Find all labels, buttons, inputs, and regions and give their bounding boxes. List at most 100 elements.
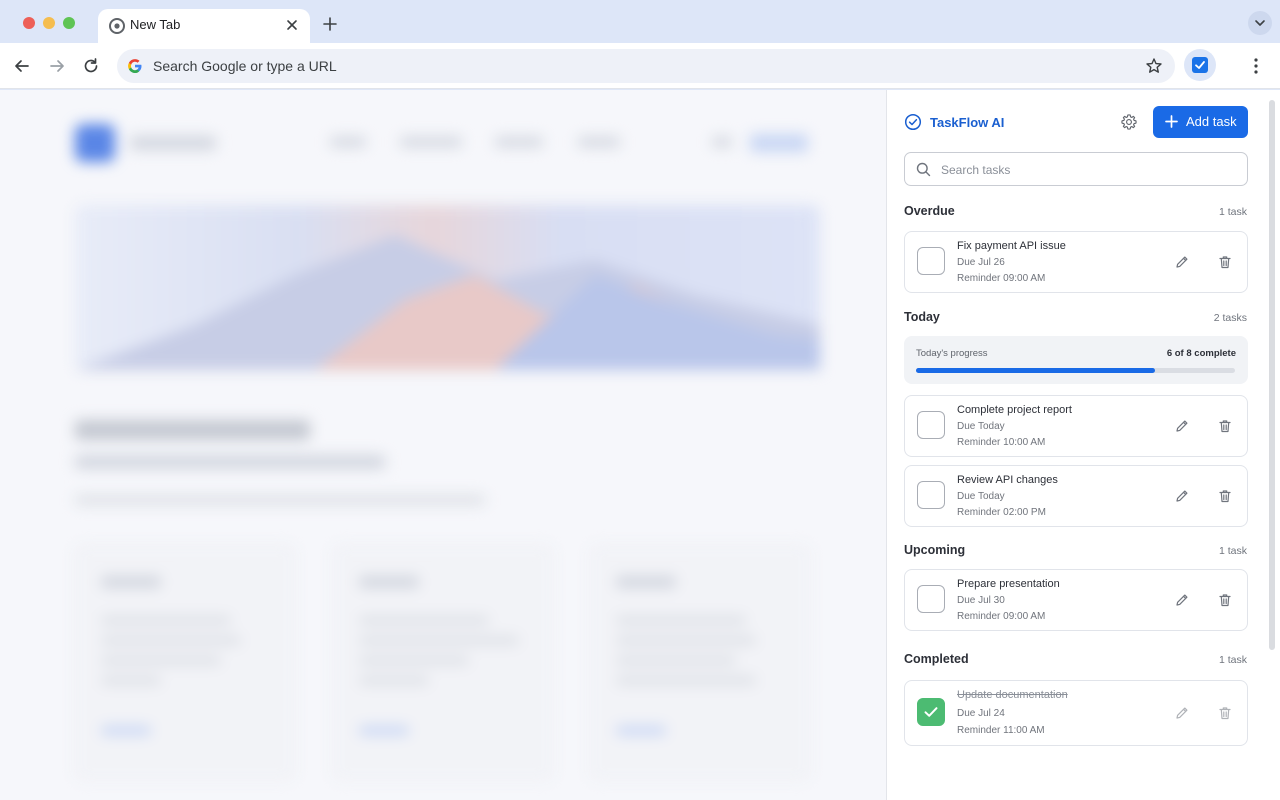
plus-icon — [1165, 115, 1178, 128]
trash-icon[interactable] — [1218, 255, 1232, 269]
section-count-completed: 1 task — [1218, 654, 1247, 666]
pencil-icon[interactable] — [1175, 255, 1189, 269]
trash-icon[interactable] — [1218, 419, 1232, 433]
blurred-web-page — [0, 90, 886, 800]
task-title: Complete project report — [957, 404, 1072, 416]
progress-card: Today's progress 6 of 8 complete — [904, 336, 1248, 384]
taskflow-side-panel: TaskFlow AI Add task Overdue 1 task Fix … — [886, 90, 1280, 800]
task-due: Due Today — [957, 491, 1005, 502]
content-card-placeholder — [333, 545, 553, 780]
tab-search-button[interactable] — [1248, 11, 1272, 35]
section-title-overdue: Overdue — [904, 204, 955, 218]
trash-icon[interactable] — [1218, 706, 1232, 720]
subheading-placeholder — [75, 455, 385, 469]
task-checkbox-checked[interactable] — [917, 698, 945, 726]
task-title: Review API changes — [957, 474, 1058, 486]
task-due: Due Jul 26 — [957, 257, 1005, 268]
task-reminder: Reminder 11:00 AM — [957, 725, 1045, 736]
task-reminder: Reminder 09:00 AM — [957, 611, 1046, 622]
tab-strip: New Tab — [0, 0, 1280, 43]
task-title: Fix payment API issue — [957, 240, 1066, 252]
star-icon[interactable] — [1145, 57, 1163, 75]
task-reminder: Reminder 10:00 AM — [957, 437, 1046, 448]
task-card[interactable]: Review API changes Due Today Reminder 02… — [904, 465, 1248, 527]
search-icon — [916, 162, 931, 177]
progress-value: 6 of 8 complete — [1166, 348, 1236, 359]
tab-title: New Tab — [130, 17, 181, 32]
task-checkbox[interactable] — [917, 247, 945, 275]
site-name-placeholder — [130, 136, 216, 150]
checkbox-icon — [1192, 57, 1208, 73]
task-card[interactable]: Prepare presentation Due Jul 30 Reminder… — [904, 569, 1248, 631]
address-placeholder: Search Google or type a URL — [153, 58, 337, 74]
browser-toolbar: Search Google or type a URL — [0, 43, 1280, 89]
checkmark-icon — [924, 707, 938, 717]
task-card[interactable]: Complete project report Due Today Remind… — [904, 395, 1248, 457]
pencil-icon[interactable] — [1175, 419, 1189, 433]
nav-placeholder — [330, 137, 366, 147]
task-due: Due Today — [957, 421, 1005, 432]
maximize-window-button[interactable] — [63, 17, 75, 29]
task-checkbox[interactable] — [917, 585, 945, 613]
more-vertical-icon[interactable] — [1246, 55, 1266, 77]
progress-track — [916, 368, 1235, 373]
minimize-window-button[interactable] — [43, 17, 55, 29]
close-window-button[interactable] — [23, 17, 35, 29]
nav-placeholder — [400, 137, 462, 147]
pencil-icon[interactable] — [1175, 593, 1189, 607]
task-card[interactable]: Update documentation Due Jul 24 Reminder… — [904, 680, 1248, 746]
site-logo — [75, 124, 115, 162]
content-card-placeholder — [590, 545, 810, 780]
content-card-placeholder — [75, 545, 295, 780]
signup-button-placeholder — [750, 134, 808, 152]
taskflow-extension-button[interactable] — [1184, 49, 1216, 81]
nav-placeholder — [712, 137, 732, 147]
hero-banner — [75, 205, 820, 370]
task-due: Due Jul 24 — [957, 708, 1005, 719]
task-title: Update documentation — [957, 689, 1068, 701]
heading-placeholder — [75, 420, 310, 440]
gear-icon[interactable] — [1120, 113, 1138, 131]
chevron-down-icon — [1255, 20, 1265, 26]
pencil-icon[interactable] — [1175, 706, 1189, 720]
nav-placeholder — [495, 137, 543, 147]
mountain-graphic — [75, 235, 820, 370]
address-bar[interactable]: Search Google or type a URL — [117, 49, 1175, 83]
reload-icon[interactable] — [80, 55, 102, 77]
section-count-today: 2 tasks — [1213, 312, 1247, 324]
chrome-icon — [109, 18, 125, 34]
back-icon[interactable] — [11, 55, 33, 77]
close-icon[interactable] — [284, 17, 300, 33]
task-checkbox[interactable] — [917, 481, 945, 509]
task-reminder: Reminder 09:00 AM — [957, 273, 1046, 284]
text-placeholder — [75, 495, 485, 505]
task-title: Prepare presentation — [957, 578, 1060, 590]
trash-icon[interactable] — [1218, 593, 1232, 607]
plus-icon[interactable] — [320, 14, 340, 34]
section-count-upcoming: 1 task — [1218, 545, 1247, 557]
progress-label: Today's progress — [916, 348, 988, 359]
blurred-content — [0, 90, 886, 800]
task-reminder: Reminder 02:00 PM — [957, 507, 1046, 518]
google-icon — [128, 59, 142, 73]
panel-scrollbar[interactable] — [1269, 100, 1275, 650]
tab-new-tab[interactable]: New Tab — [98, 9, 310, 43]
check-circle-icon — [904, 113, 922, 131]
search-box — [904, 152, 1248, 186]
task-checkbox[interactable] — [917, 411, 945, 439]
nav-placeholder — [578, 137, 620, 147]
add-task-label: Add task — [1186, 114, 1237, 129]
task-due: Due Jul 30 — [957, 595, 1005, 606]
section-title-today: Today — [904, 310, 940, 324]
app-title: TaskFlow AI — [930, 115, 1005, 130]
section-count-overdue: 1 task — [1218, 206, 1247, 218]
task-card[interactable]: Fix payment API issue Due Jul 26 Reminde… — [904, 231, 1248, 293]
progress-fill — [916, 368, 1156, 373]
section-title-completed: Completed — [904, 652, 969, 666]
search-input[interactable] — [941, 160, 1231, 180]
add-task-button[interactable]: Add task — [1153, 106, 1248, 138]
forward-icon[interactable] — [46, 55, 68, 77]
trash-icon[interactable] — [1218, 489, 1232, 503]
pencil-icon[interactable] — [1175, 489, 1189, 503]
section-title-upcoming: Upcoming — [904, 543, 966, 557]
